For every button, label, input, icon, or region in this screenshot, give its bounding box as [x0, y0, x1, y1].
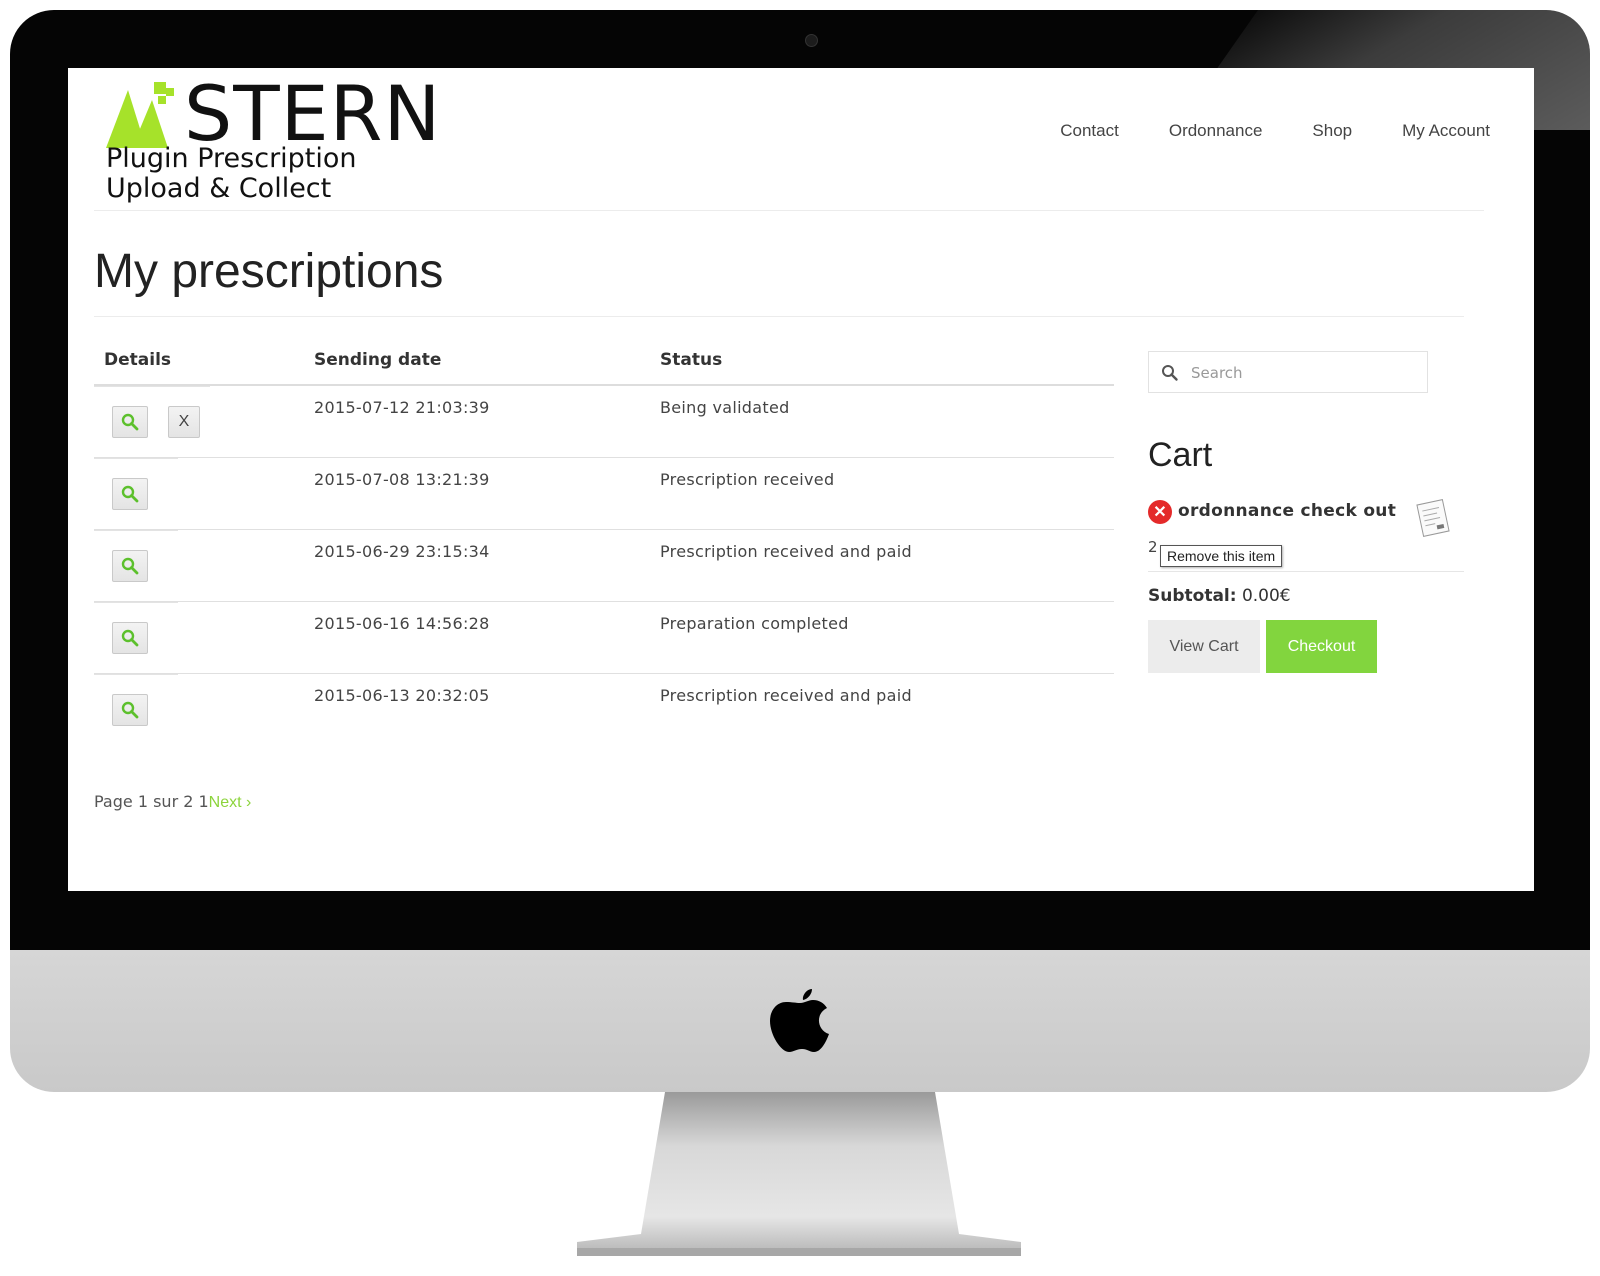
browser-viewport: STERN Plugin Prescription Upload & Colle…: [68, 68, 1534, 891]
view-details-button[interactable]: [112, 622, 148, 654]
cart-item-quantity: 2: [1148, 538, 1158, 556]
nav-ordonnance[interactable]: Ordonnance: [1169, 121, 1263, 141]
row-rule: [94, 386, 210, 387]
apple-logo-icon: [770, 989, 829, 1052]
site-logo[interactable]: STERN Plugin Prescription Upload & Colle…: [106, 74, 446, 214]
search-icon: [121, 413, 139, 431]
status: Prescription received: [660, 470, 835, 489]
status: Preparation completed: [660, 614, 849, 633]
nav-shop[interactable]: Shop: [1312, 121, 1352, 141]
view-details-button[interactable]: [112, 694, 148, 726]
cart-item-name[interactable]: ordonnance check out: [1178, 501, 1396, 521]
table-row: 2015-06-13 20:32:05 Prescription receive…: [94, 674, 1114, 746]
header-status: Status: [660, 350, 723, 370]
table-row: X 2015-07-12 21:03:39 Being validated: [94, 386, 1114, 458]
logo-tagline-line2: Upload & Collect: [106, 173, 332, 204]
view-details-button[interactable]: [112, 550, 148, 582]
row-rule: [94, 674, 178, 675]
header-details: Details: [104, 350, 172, 370]
pagination-text: Page 1 sur 2 1: [94, 792, 209, 811]
subtotal-value: 0.00€: [1241, 586, 1291, 606]
status: Prescription received and paid: [660, 686, 912, 705]
remove-item-icon[interactable]: ✕: [1148, 500, 1172, 524]
camera: [805, 34, 818, 47]
cart-title: Cart: [1148, 436, 1213, 474]
title-divider: [94, 316, 1464, 317]
table-row: 2015-06-29 23:15:34 Prescription receive…: [94, 530, 1114, 602]
remove-item-tooltip: Remove this item: [1160, 545, 1283, 567]
search-icon: [121, 557, 139, 575]
view-details-button[interactable]: [112, 406, 148, 438]
sending-date: 2015-06-13 20:32:05: [314, 686, 490, 705]
monitor-stand: [577, 1092, 1021, 1256]
sending-date: 2015-06-29 23:15:34: [314, 542, 490, 561]
row-rule: [94, 458, 178, 459]
table-row: 2015-07-08 13:21:39 Prescription receive…: [94, 458, 1114, 530]
main-nav: Contact Ordonnance Shop My Account: [1060, 121, 1490, 141]
search-input[interactable]: [1189, 360, 1413, 386]
search-icon: [121, 701, 139, 719]
search-icon: [121, 485, 139, 503]
next-page-link[interactable]: Next ›: [209, 794, 252, 811]
search-icon: [121, 629, 139, 647]
status: Prescription received and paid: [660, 542, 912, 561]
logo-triangles-icon: [106, 82, 174, 148]
row-rule: [94, 530, 178, 531]
sending-date: 2015-07-12 21:03:39: [314, 398, 490, 417]
status: Being validated: [660, 398, 790, 417]
cart-divider: [1148, 571, 1464, 572]
cart-subtotal: Subtotal: 0.00€: [1148, 586, 1291, 606]
checkout-button[interactable]: Checkout: [1266, 620, 1377, 673]
sending-date: 2015-07-08 13:21:39: [314, 470, 490, 489]
view-cart-button[interactable]: View Cart: [1148, 620, 1260, 673]
logo-tagline-line1: Plugin Prescription: [106, 143, 357, 174]
nav-contact[interactable]: Contact: [1060, 121, 1119, 141]
row-rule: [94, 602, 178, 603]
sending-date: 2015-06-16 14:56:28: [314, 614, 490, 633]
table-row: 2015-06-16 14:56:28 Preparation complete…: [94, 602, 1114, 674]
header-divider: [94, 210, 1484, 211]
monitor-chin: [10, 950, 1590, 1092]
search-box: [1148, 351, 1428, 393]
delete-button[interactable]: X: [168, 406, 200, 438]
subtotal-label: Subtotal:: [1148, 586, 1237, 606]
logo-wordmark: STERN: [184, 69, 442, 158]
header-sending-date: Sending date: [314, 350, 442, 370]
search-icon: [1162, 365, 1178, 381]
logo-tagline: Plugin Prescription Upload & Collect: [106, 144, 357, 204]
pagination: Page 1 sur 2 1Next ›: [94, 792, 251, 812]
page-title: My prescriptions: [94, 245, 444, 298]
view-details-button[interactable]: [112, 478, 148, 510]
prescription-thumbnail-icon[interactable]: [1414, 498, 1452, 538]
nav-my-account[interactable]: My Account: [1402, 121, 1490, 141]
